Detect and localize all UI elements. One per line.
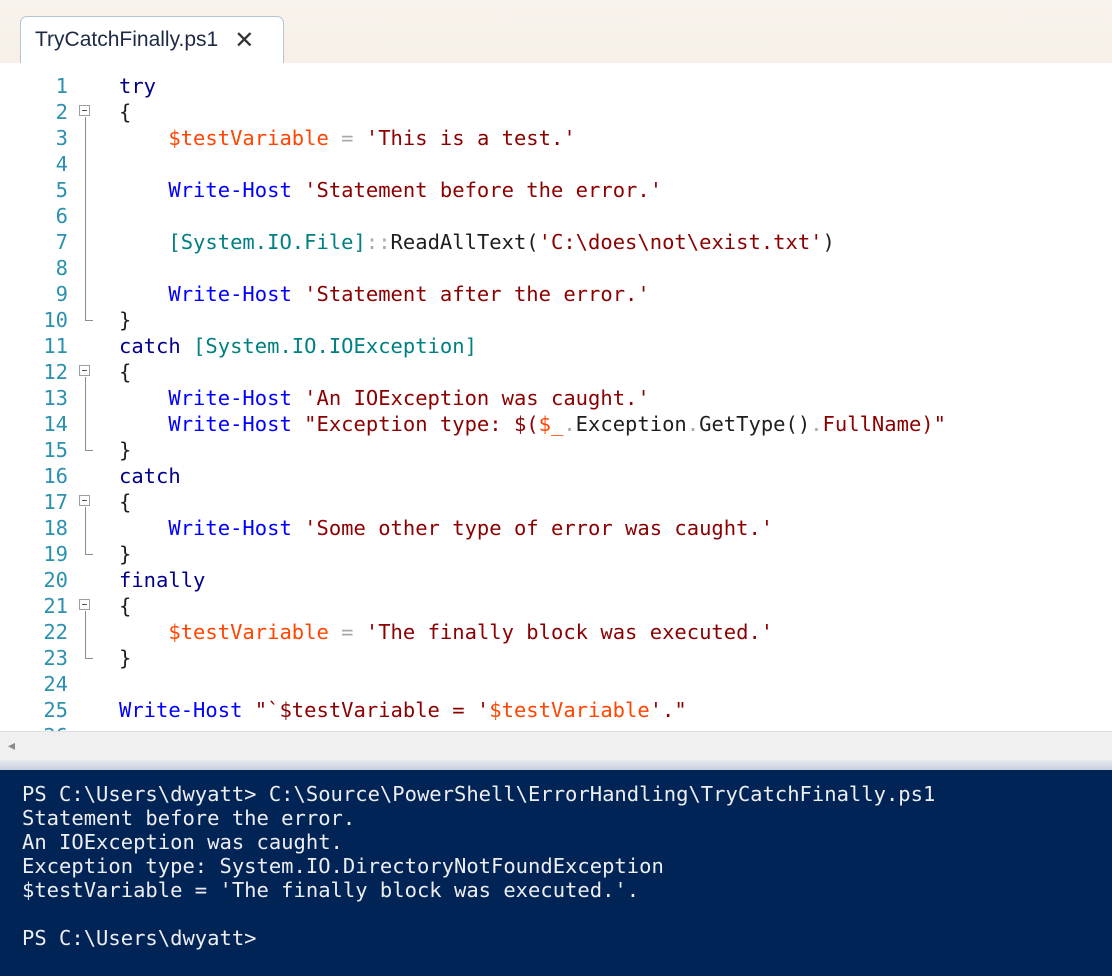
code-line[interactable]: 13 Write-Host 'An IOException was caught… — [0, 385, 1112, 411]
collapse-icon[interactable] — [79, 599, 90, 610]
code-line[interactable]: 8 — [0, 255, 1112, 281]
line-number: 16 — [43, 464, 68, 488]
code-text: } — [119, 646, 132, 670]
fold-guide — [85, 611, 86, 658]
fold-guide-end — [85, 658, 93, 659]
fold-guide-end — [85, 320, 93, 321]
line-number: 12 — [43, 360, 68, 384]
console-line: PS C:\Users\dwyatt> — [22, 926, 257, 950]
code-line[interactable]: 18 Write-Host 'Some other type of error … — [0, 515, 1112, 541]
line-number: 7 — [55, 230, 68, 254]
console-pane[interactable]: PS C:\Users\dwyatt> C:\Source\PowerShell… — [0, 770, 1112, 976]
code-text: { — [119, 490, 132, 514]
console-line: Statement before the error. — [22, 806, 356, 830]
code-line[interactable]: 23} — [0, 645, 1112, 671]
line-number: 22 — [43, 620, 68, 644]
line-number: 4 — [55, 152, 68, 176]
code-text: finally — [119, 568, 206, 592]
console-line: $testVariable = 'The finally block was e… — [22, 878, 640, 902]
code-line[interactable]: 21 { — [0, 593, 1112, 619]
code-line[interactable]: 6 — [0, 203, 1112, 229]
line-number: 25 — [43, 698, 68, 722]
horizontal-scrollbar[interactable]: ◂ — [0, 731, 1112, 761]
code-line[interactable]: 11 catch [System.IO.IOException] — [0, 333, 1112, 359]
code-text: } — [119, 308, 132, 332]
code-line[interactable]: 9 Write-Host 'Statement after the error.… — [0, 281, 1112, 307]
collapse-icon[interactable] — [79, 495, 90, 506]
code-text: Write-Host "`$testVariable = '$testVaria… — [119, 698, 687, 722]
line-number: 9 — [55, 282, 68, 306]
line-number: 17 — [43, 490, 68, 514]
line-number: 15 — [43, 438, 68, 462]
close-icon[interactable]: ✕ — [234, 28, 254, 52]
code-line[interactable]: 2{ — [0, 99, 1112, 125]
code-line[interactable]: 22 $testVariable = 'The finally block wa… — [0, 619, 1112, 645]
code-line[interactable]: 7 [System.IO.File]::ReadAllText('C:\does… — [0, 229, 1112, 255]
code-text: Write-Host 'An IOException was caught.' — [168, 386, 650, 410]
collapse-icon[interactable] — [79, 365, 90, 376]
code-text: { — [119, 594, 132, 618]
line-number: 10 — [43, 308, 68, 332]
line-number: 2 — [55, 100, 68, 124]
collapse-icon[interactable] — [79, 105, 90, 116]
code-text: } — [119, 542, 132, 566]
line-number: 6 — [55, 204, 68, 228]
pane-splitter[interactable] — [0, 760, 1112, 770]
code-line[interactable]: 14 Write-Host "Exception type: $($_.Exce… — [0, 411, 1112, 437]
code-text: catch [System.IO.IOException] — [119, 334, 477, 358]
code-line[interactable]: 1 try — [0, 73, 1112, 99]
line-number: 14 — [43, 412, 68, 436]
code-line[interactable]: 20 finally — [0, 567, 1112, 593]
code-text: $testVariable = 'This is a test.' — [168, 126, 576, 150]
line-number: 18 — [43, 516, 68, 540]
fold-guide-end — [85, 554, 93, 555]
code-line[interactable]: 5 Write-Host 'Statement before the error… — [0, 177, 1112, 203]
line-number: 21 — [43, 594, 68, 618]
code-line[interactable]: 12 { — [0, 359, 1112, 385]
code-line[interactable]: 3 $testVariable = 'This is a test.' — [0, 125, 1112, 151]
code-text: Write-Host 'Statement before the error.' — [168, 178, 663, 202]
fold-guide — [85, 377, 86, 450]
line-number: 1 — [55, 74, 68, 98]
code-line[interactable]: 17 { — [0, 489, 1112, 515]
code-text: Write-Host 'Statement after the error.' — [168, 282, 650, 306]
tab-strip: TryCatchFinally.ps1 ✕ — [0, 0, 1112, 63]
code-line[interactable]: 25 Write-Host "`$testVariable = '$testVar… — [0, 697, 1112, 723]
tab-trycatchfinally[interactable]: TryCatchFinally.ps1 ✕ — [20, 16, 284, 63]
code-line[interactable]: 24 — [0, 671, 1112, 697]
fold-guide — [85, 117, 86, 320]
line-number: 23 — [43, 646, 68, 670]
console-line: An IOException was caught. — [22, 830, 343, 854]
code-text: { — [119, 100, 132, 124]
code-line[interactable]: 15} — [0, 437, 1112, 463]
code-text: $testVariable = 'The finally block was e… — [168, 620, 774, 644]
console-line: Exception type: System.IO.DirectoryNotFo… — [22, 854, 664, 878]
code-text: catch — [119, 464, 181, 488]
code-line[interactable]: 4 — [0, 151, 1112, 177]
fold-guide-end — [85, 450, 93, 451]
tab-title: TryCatchFinally.ps1 — [35, 28, 219, 51]
code-line[interactable]: 16 catch — [0, 463, 1112, 489]
line-number: 3 — [55, 126, 68, 150]
code-text: [System.IO.File]::ReadAllText('C:\does\n… — [168, 230, 835, 254]
code-text: Write-Host "Exception type: $($_.Excepti… — [168, 412, 946, 436]
line-number: 20 — [43, 568, 68, 592]
code-text: try — [119, 74, 157, 98]
script-editor[interactable]: 1 try 2{3 $testVariable = 'This is a test.… — [0, 63, 1112, 748]
console-line: PS C:\Users\dwyatt> C:\Source\PowerShell… — [22, 782, 936, 806]
fold-guide — [85, 507, 86, 554]
chevron-left-icon[interactable]: ◂ — [8, 738, 15, 754]
line-number: 13 — [43, 386, 68, 410]
line-number: 8 — [55, 256, 68, 280]
line-number: 19 — [43, 542, 68, 566]
code-text: Write-Host 'Some other type of error was… — [168, 516, 774, 540]
line-number: 5 — [55, 178, 68, 202]
code-line[interactable]: 10} — [0, 307, 1112, 333]
code-line[interactable]: 19} — [0, 541, 1112, 567]
code-text: { — [119, 360, 132, 384]
line-number: 11 — [43, 334, 68, 358]
code-text: } — [119, 438, 132, 462]
line-number: 24 — [43, 672, 68, 696]
